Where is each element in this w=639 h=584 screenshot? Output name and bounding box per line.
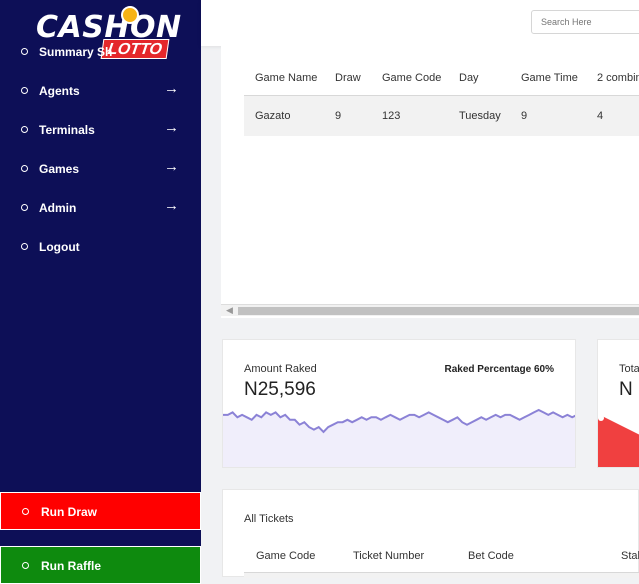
arrow-right-icon: → bbox=[164, 80, 179, 97]
arrow-right-icon: → bbox=[164, 197, 179, 214]
table-cell: Gazato bbox=[255, 110, 291, 122]
circle-bullet-icon bbox=[22, 562, 29, 569]
circle-bullet-icon bbox=[21, 243, 28, 250]
run-draw-button[interactable]: Run Draw bbox=[0, 492, 201, 530]
table-cell: Tuesday bbox=[459, 110, 501, 122]
total-card-value: N bbox=[619, 379, 633, 400]
sidebar-item-terminals[interactable]: Terminals → bbox=[0, 118, 201, 142]
circle-bullet-icon bbox=[21, 204, 28, 211]
column-header[interactable]: Game Name bbox=[255, 72, 317, 84]
arrow-right-icon: → bbox=[164, 119, 179, 136]
sidebar-item-agents[interactable]: Agents → bbox=[0, 79, 201, 103]
column-header[interactable]: Draw bbox=[335, 72, 361, 84]
sidebar-item-logout[interactable]: Logout bbox=[0, 235, 201, 259]
sidebar-item-summary[interactable]: Summary Sh bbox=[0, 40, 201, 64]
circle-bullet-icon bbox=[21, 165, 28, 172]
amount-raked-value: N25,596 bbox=[244, 379, 316, 400]
sidebar-item-label: Logout bbox=[39, 240, 80, 254]
sidebar: CASHON LOTTO Summary Sh Agents → Termina… bbox=[0, 0, 201, 584]
circle-bullet-icon bbox=[21, 87, 28, 94]
table-cell: 123 bbox=[382, 110, 401, 122]
sidebar-item-games[interactable]: Games → bbox=[0, 157, 201, 181]
sidebar-item-label: Terminals bbox=[39, 123, 95, 137]
search-input[interactable] bbox=[531, 10, 639, 34]
run-draw-label: Run Draw bbox=[41, 505, 98, 519]
column-header[interactable]: 2 combin bbox=[597, 72, 639, 84]
total-card: Tota N bbox=[597, 339, 639, 468]
amount-raked-sparkline bbox=[223, 408, 575, 467]
run-raffle-label: Run Raffle bbox=[41, 559, 101, 573]
all-tickets-card: All Tickets Game Code Ticket Number Bet … bbox=[222, 489, 639, 578]
horizontal-scrollbar[interactable]: ◀ bbox=[221, 304, 639, 316]
total-sparkline-area bbox=[598, 416, 639, 467]
column-header[interactable]: Game Code bbox=[256, 550, 315, 562]
column-header[interactable]: Game Code bbox=[382, 72, 441, 84]
column-header[interactable]: Ticket Number bbox=[353, 550, 424, 562]
scrollbar-thumb[interactable] bbox=[238, 307, 639, 315]
raked-percentage: Raked Percentage 60% bbox=[444, 364, 554, 375]
arrow-right-icon: → bbox=[164, 158, 179, 175]
lotto-ball-icon bbox=[121, 6, 139, 24]
circle-bullet-icon bbox=[21, 48, 28, 55]
column-header[interactable]: Stak bbox=[621, 550, 639, 562]
total-card-title: Tota bbox=[619, 363, 639, 375]
table-row[interactable]: Gazato 9 123 Tuesday 9 4 bbox=[244, 95, 639, 136]
top-bar bbox=[201, 0, 639, 46]
column-header[interactable]: Bet Code bbox=[468, 550, 514, 562]
sidebar-item-label: Games bbox=[39, 162, 80, 176]
sidebar-item-admin[interactable]: Admin → bbox=[0, 196, 201, 220]
circle-bullet-icon bbox=[21, 126, 28, 133]
amount-raked-card: Amount Raked N25,596 Raked Percentage 60… bbox=[222, 339, 576, 468]
table-cell: 9 bbox=[521, 110, 528, 122]
scroll-left-icon[interactable]: ◀ bbox=[226, 305, 233, 316]
table-cell: 4 bbox=[597, 110, 604, 122]
table-cell: 9 bbox=[335, 110, 342, 122]
amount-raked-title: Amount Raked bbox=[244, 363, 317, 375]
sidebar-item-label: Summary Sh bbox=[39, 45, 113, 59]
column-header[interactable]: Game Time bbox=[521, 72, 578, 84]
total-sparkline bbox=[598, 415, 639, 467]
column-header[interactable]: Day bbox=[459, 72, 479, 84]
all-tickets-title: All Tickets bbox=[244, 513, 294, 525]
circle-bullet-icon bbox=[22, 508, 29, 515]
sidebar-item-label: Agents bbox=[39, 84, 80, 98]
sparkline-point bbox=[598, 415, 604, 421]
run-raffle-button[interactable]: Run Raffle bbox=[0, 546, 201, 584]
games-table-card: Game Name Draw Game Code Day Game Time 2… bbox=[221, 46, 639, 318]
table-row[interactable] bbox=[244, 572, 639, 578]
sidebar-item-label: Admin bbox=[39, 201, 77, 215]
